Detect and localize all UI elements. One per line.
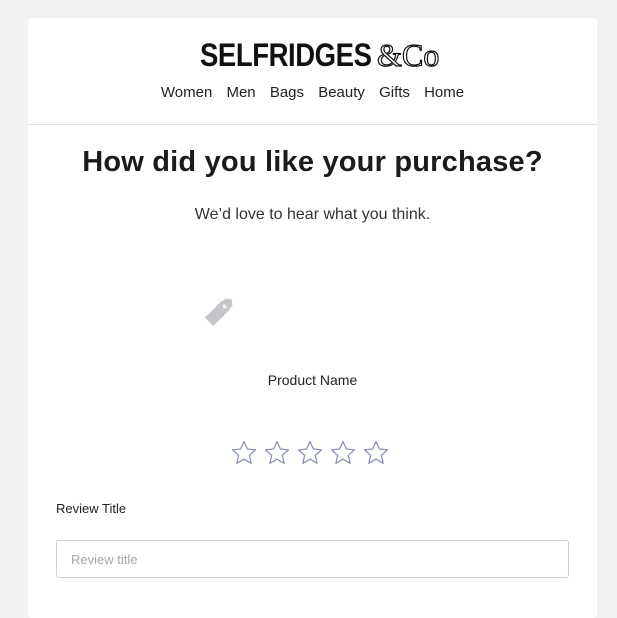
site-header: SELFRIDGES &Co Women Men Bags Beauty Gift… <box>28 18 597 125</box>
star-rating <box>230 439 395 469</box>
nav-item-beauty[interactable]: Beauty <box>318 84 365 101</box>
star-outline-icon[interactable] <box>362 439 390 467</box>
review-card: SELFRIDGES &Co Women Men Bags Beauty Gift… <box>28 18 597 618</box>
brand-logo-text: SELFRIDGES <box>199 37 372 73</box>
product-name: Product Name <box>267 372 358 388</box>
star-outline-icon[interactable] <box>296 439 324 467</box>
nav-item-men[interactable]: Men <box>226 84 255 101</box>
tag-icon <box>201 294 237 330</box>
star-outline-icon[interactable] <box>263 439 291 467</box>
review-title-input[interactable] <box>56 540 569 578</box>
page-title: How did you like your purchase? <box>82 146 543 178</box>
nav-item-home[interactable]: Home <box>424 84 464 101</box>
page-subtitle: We’d love to hear what you think. <box>194 206 431 223</box>
star-outline-icon[interactable] <box>230 439 258 467</box>
main-nav: Women Men Bags Beauty Gifts Home <box>28 84 597 101</box>
nav-item-bags[interactable]: Bags <box>270 84 304 101</box>
nav-item-gifts[interactable]: Gifts <box>379 84 410 101</box>
nav-item-women[interactable]: Women <box>161 84 212 101</box>
review-title-label: Review Title <box>56 501 127 516</box>
star-outline-icon[interactable] <box>329 439 357 467</box>
brand-logo[interactable]: SELFRIDGES &Co <box>28 35 597 75</box>
brand-logo-suffix: &Co <box>377 36 440 73</box>
